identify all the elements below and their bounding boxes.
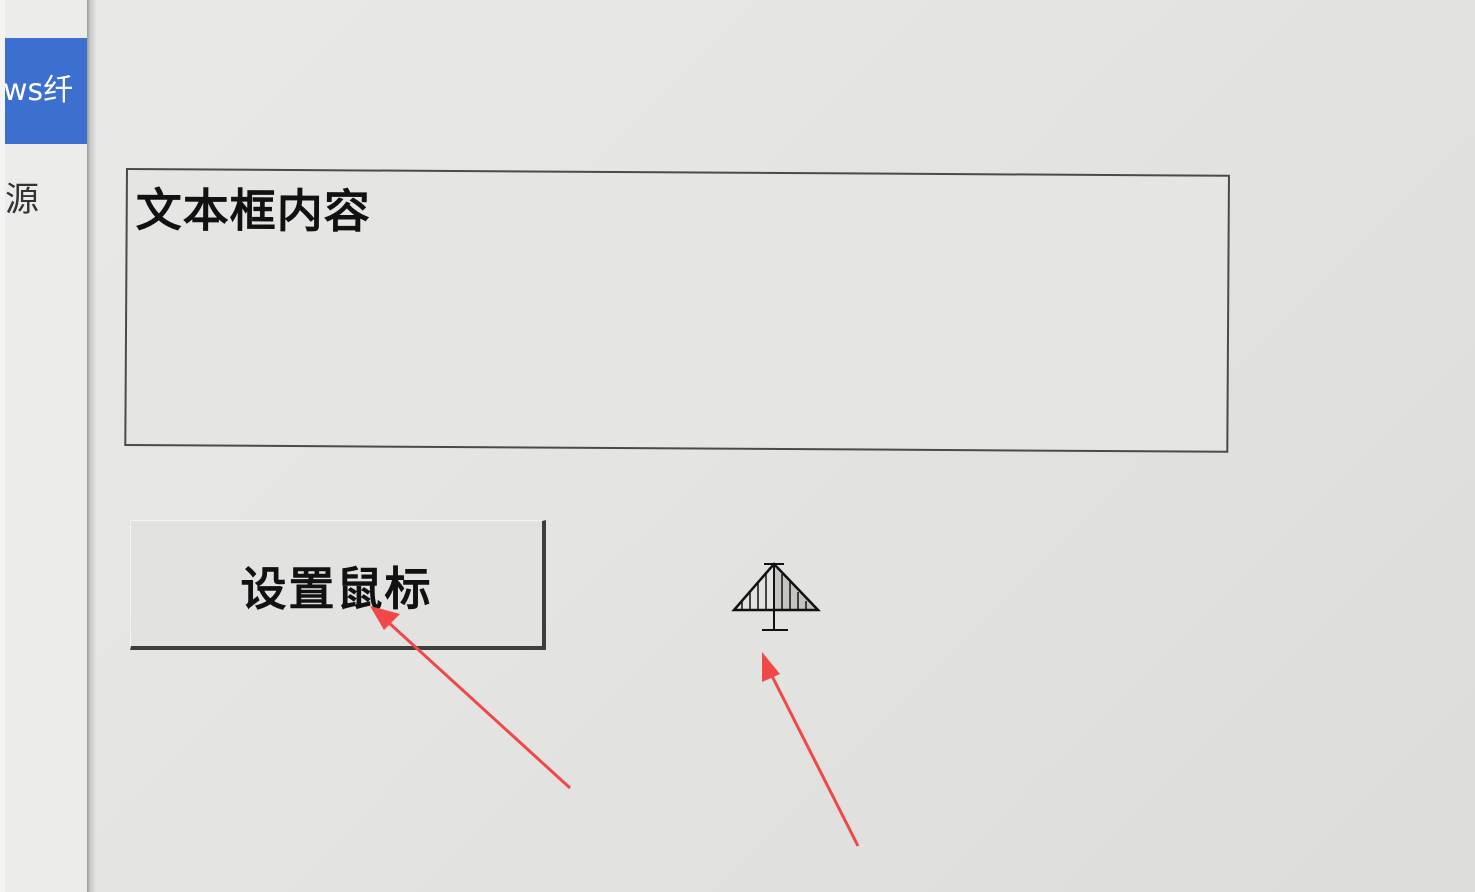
sidebar: ws纤 源: [5, 0, 87, 892]
hang-glider-cursor-icon: [731, 562, 821, 631]
text-box[interactable]: 文本框内容: [124, 168, 1230, 453]
sidebar-item-source[interactable]: 源: [5, 170, 87, 230]
sidebar-item-active[interactable]: ws纤: [5, 38, 87, 144]
sidebar-item-label: ws纤: [5, 73, 74, 108]
set-cursor-button[interactable]: 设置鼠标: [130, 520, 546, 650]
app-window: ws纤 源 文本框内容 设置鼠标: [0, 0, 1475, 892]
text-box-content: 文本框内容: [135, 183, 371, 239]
set-cursor-button-label: 设置鼠标: [240, 561, 433, 616]
sidebar-item-label: 源: [5, 180, 39, 220]
splitter[interactable]: [87, 0, 96, 892]
annotation-arrow-to-cursor: [762, 652, 860, 847]
